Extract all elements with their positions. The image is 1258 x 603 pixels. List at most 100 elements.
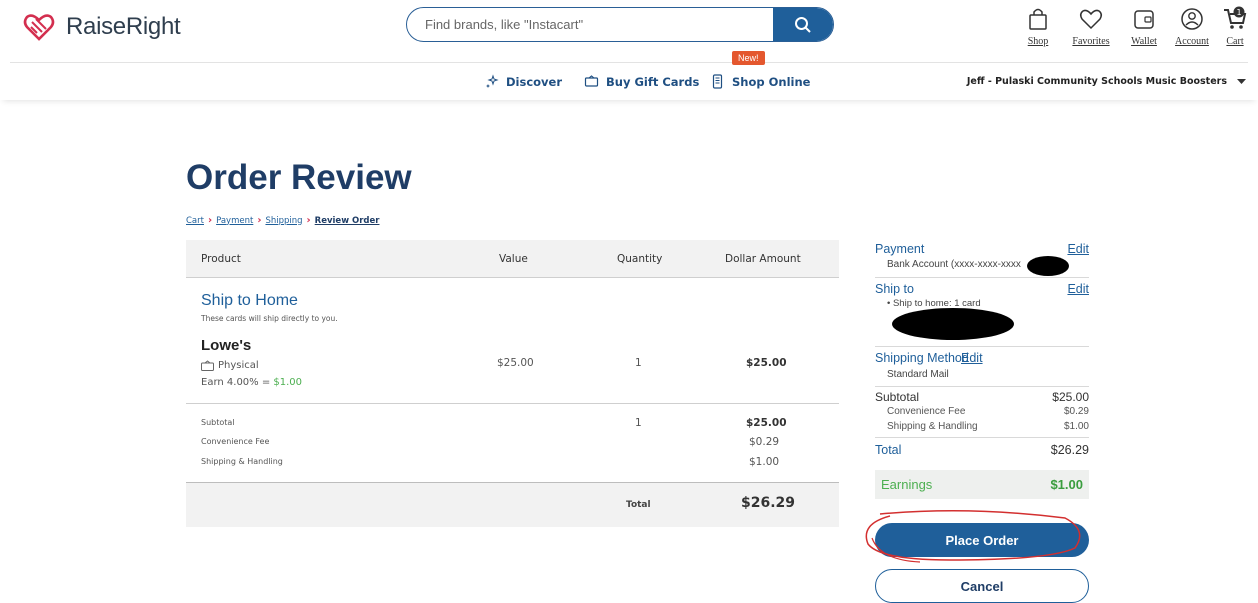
nav-discover[interactable]: Discover <box>484 74 562 89</box>
header-icons: Shop Favorites Wallet Account 1 Cart <box>1020 6 1248 47</box>
shop-button[interactable]: Shop <box>1020 6 1056 47</box>
earn-amount: $1.00 <box>273 377 303 388</box>
caret-down-icon <box>1237 78 1246 84</box>
breadcrumb-payment[interactable]: Payment <box>216 216 253 226</box>
product-value: $25.00 <box>497 357 534 369</box>
section-title: Ship to Home <box>201 292 298 309</box>
top-header: RaiseRight Shop Favorites <box>0 0 1258 62</box>
logo-text: RaiseRight <box>66 13 181 40</box>
search-bar <box>406 7 834 42</box>
chevron-right-icon: › <box>257 215 262 226</box>
subtotal-row: Subtotal $25.00 <box>875 390 1089 404</box>
cart-icon: 1 <box>1224 6 1247 29</box>
shipping-label: Shipping & Handling <box>201 457 283 466</box>
redaction-mark <box>1027 256 1069 276</box>
page-title: Order Review <box>186 158 412 197</box>
header-product: Product <box>201 253 241 265</box>
header-dollar-amount: Dollar Amount <box>725 253 801 265</box>
product-type: Physical <box>201 360 259 371</box>
place-order-button[interactable]: Place Order <box>875 523 1089 557</box>
total-row: Total $26.29 <box>875 443 1089 457</box>
wallet-icon <box>1134 10 1154 29</box>
raiseright-logo[interactable]: RaiseRight <box>22 10 181 44</box>
search-icon <box>795 16 811 33</box>
account-icon <box>1181 8 1203 30</box>
subtotal-quantity: 1 <box>635 417 642 429</box>
redaction-mark <box>892 308 1014 340</box>
edit-payment-link[interactable]: Edit <box>1067 242 1089 256</box>
section-subtitle: These cards will ship directly to you. <box>201 314 338 323</box>
nav-shop-online[interactable]: Shop Online <box>710 74 810 89</box>
product-quantity: 1 <box>635 357 642 369</box>
product-earn: Earn 4.00% = $1.00 <box>201 377 302 388</box>
ship-to-detail: • Ship to home: 1 card <box>887 298 981 309</box>
cancel-button[interactable]: Cancel <box>875 569 1089 603</box>
section-divider <box>875 346 1089 347</box>
section-divider <box>875 277 1089 278</box>
chevron-right-icon: › <box>207 215 213 226</box>
shop-label: Shop <box>1027 36 1049 47</box>
fee-amount: $0.29 <box>749 436 780 448</box>
favorites-label: Favorites <box>1072 36 1110 47</box>
wallet-button[interactable]: Wallet <box>1126 6 1162 47</box>
earn-text: Earn 4.00% = <box>201 377 274 388</box>
shipping-method-heading: Shipping Method <box>875 351 969 365</box>
cart-label: Cart <box>1226 36 1244 47</box>
header-value: Value <box>499 253 528 265</box>
new-badge: New! <box>732 51 765 65</box>
side-subtotal-label: Subtotal <box>875 390 920 404</box>
favorites-button[interactable]: Favorites <box>1068 6 1114 47</box>
account-button[interactable]: Account <box>1174 6 1210 47</box>
side-fee-label: Convenience Fee <box>887 406 966 417</box>
table-divider <box>186 403 839 404</box>
side-shipping: $1.00 <box>1063 421 1089 432</box>
earnings-box: Earnings $1.00 <box>875 470 1089 499</box>
side-fee: $0.29 <box>1063 406 1089 417</box>
search-button[interactable] <box>773 8 833 41</box>
header-quantity: Quantity <box>617 253 663 265</box>
cart-count-badge: 1 <box>1236 8 1241 17</box>
nav-buy-gift-cards[interactable]: Buy Gift Cards <box>584 74 699 89</box>
wallet-label: Wallet <box>1131 36 1157 47</box>
side-subtotal: $25.00 <box>1052 390 1089 404</box>
nav-buy-gift-cards-label: Buy Gift Cards <box>606 74 700 89</box>
sparkle-icon <box>486 74 499 88</box>
phone-icon <box>712 74 723 89</box>
heart-logo-icon <box>23 14 55 41</box>
payment-detail: Bank Account (xxxx-xxxx-xxxx <box>887 259 1021 270</box>
payment-heading: Payment <box>875 242 925 256</box>
gift-card-icon <box>201 360 214 371</box>
order-table: Product Value Quantity Dollar Amount Shi… <box>186 240 839 527</box>
section-divider <box>875 386 1089 387</box>
side-shipping-label: Shipping & Handling <box>887 421 978 432</box>
fee-label: Convenience Fee <box>201 437 270 446</box>
product-name: Lowe's <box>201 337 252 354</box>
main-nav: Discover Buy Gift Cards Shop Online Jeff… <box>0 62 1258 100</box>
product-type-label: Physical <box>218 360 259 371</box>
shipping-method-detail: Standard Mail <box>887 369 949 380</box>
search-input[interactable] <box>407 8 773 41</box>
edit-shipping-method-link[interactable]: Edit <box>961 351 983 365</box>
side-total-label: Total <box>875 443 902 457</box>
subtotal-label: Subtotal <box>201 418 235 427</box>
earnings-label: Earnings <box>881 477 933 492</box>
fee-row: Convenience Fee $0.29 <box>875 406 1089 417</box>
earnings-amount: $1.00 <box>1050 477 1083 492</box>
nav-shop-online-label: Shop Online <box>732 74 811 89</box>
breadcrumb-shipping[interactable]: Shipping <box>265 216 302 226</box>
account-label: Account <box>1175 36 1209 47</box>
gift-card-icon <box>584 75 599 87</box>
organization-selector[interactable]: Jeff - Pulaski Community Schools Music B… <box>967 76 1246 87</box>
total-label: Total <box>626 500 651 510</box>
subtotal-amount: $25.00 <box>746 417 787 429</box>
breadcrumb: Cart › Payment › Shipping › Review Order <box>186 215 379 226</box>
organization-name: Jeff - Pulaski Community Schools Music B… <box>966 76 1227 87</box>
total-amount: $26.29 <box>741 495 796 511</box>
breadcrumb-review-order[interactable]: Review Order <box>315 216 380 226</box>
table-footer: Total $26.29 <box>186 482 839 527</box>
cart-button[interactable]: 1 Cart <box>1222 6 1248 47</box>
breadcrumb-cart[interactable]: Cart <box>186 216 204 226</box>
edit-shipping-link[interactable]: Edit <box>1067 282 1089 296</box>
shipping-row: Shipping & Handling $1.00 <box>875 421 1089 432</box>
nav-discover-label: Discover <box>506 74 563 89</box>
